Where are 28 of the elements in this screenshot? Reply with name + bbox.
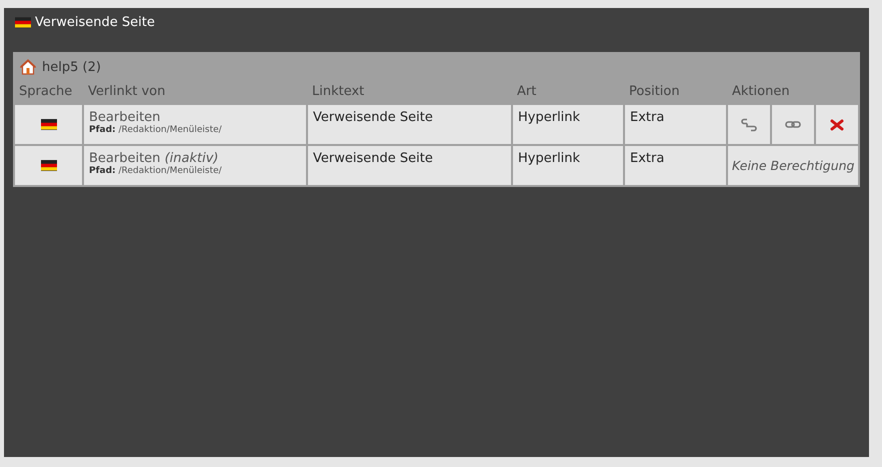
table-cell: Verweisende Seite: [308, 146, 511, 185]
flag-icon: [40, 160, 56, 171]
column-header: Verlinkt von: [87, 83, 166, 101]
table-cell: Hyperlink: [513, 146, 623, 185]
window-title: Verweisende Seite: [35, 14, 155, 30]
page-path: Pfad: /Redaktion/Menüleiste/: [89, 166, 223, 176]
column-header: Linktext: [311, 83, 366, 101]
house-icon: [20, 59, 36, 75]
flag-icon: [15, 16, 31, 28]
column-header: Position: [628, 83, 681, 101]
column-header: Aktionen: [731, 83, 791, 101]
action-button[interactable]: [728, 105, 770, 144]
group-title: help5 (2): [42, 60, 101, 74]
page-path: Pfad: /Redaktion/Menüleiste/: [89, 125, 223, 135]
table-cell: Verweisende Seite: [308, 105, 511, 144]
unlink-icon: [741, 118, 757, 132]
delete-icon: [829, 118, 845, 132]
column-header: Sprache: [18, 83, 74, 101]
table-cell: Hyperlink: [513, 105, 623, 144]
table-cell: Keine Berechtigung: [728, 146, 858, 185]
table-cell: Extra: [625, 105, 726, 144]
flag-icon: [40, 119, 56, 130]
page-title: Bearbeiten (inaktiv): [89, 151, 220, 166]
page-title: Bearbeiten: [89, 110, 162, 125]
action-button[interactable]: [816, 105, 858, 144]
column-header: Art: [516, 83, 538, 101]
action-button[interactable]: [772, 105, 814, 144]
table-cell: Extra: [625, 146, 726, 185]
